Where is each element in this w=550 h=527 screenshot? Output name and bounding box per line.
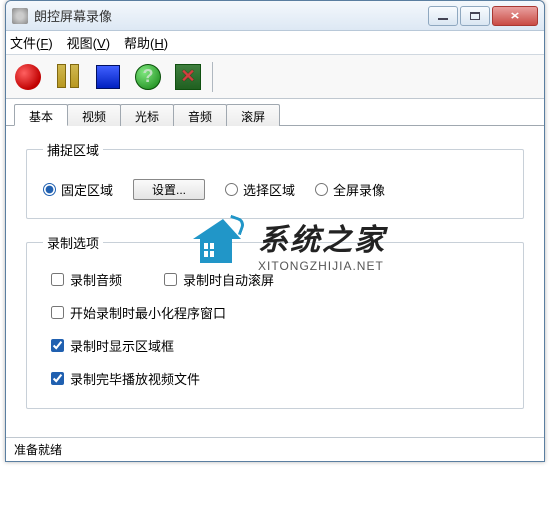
menubar: 文件(F) 视图(V) 帮助(H) xyxy=(6,31,544,55)
menu-view[interactable]: 视图(V) xyxy=(67,33,110,52)
exit-icon: ✕ xyxy=(175,64,201,90)
check-play-when-done[interactable]: 录制完毕播放视频文件 xyxy=(51,369,499,388)
check-auto-scroll[interactable]: 录制时自动滚屏 xyxy=(164,270,274,289)
exit-button[interactable]: ✕ xyxy=(170,59,206,95)
app-window: 朗控屏幕录像 ✕ 文件(F) 视图(V) 帮助(H) ? ✕ 基本 视频 光标 … xyxy=(5,0,545,462)
settings-button[interactable]: 设置... xyxy=(133,179,205,200)
toolbar-separator xyxy=(212,62,213,92)
window-controls: ✕ xyxy=(428,6,538,26)
tab-basic[interactable]: 基本 xyxy=(14,104,68,126)
radio-select-region[interactable]: 选择区域 xyxy=(225,180,295,199)
minimize-button[interactable] xyxy=(428,6,458,26)
check-show-region-input[interactable] xyxy=(51,339,64,352)
check-minimize-on-start-input[interactable] xyxy=(51,306,64,319)
radio-fullscreen-input[interactable] xyxy=(315,183,328,196)
status-text: 准备就绪 xyxy=(14,441,62,458)
titlebar[interactable]: 朗控屏幕录像 ✕ xyxy=(6,1,544,31)
tab-content: 捕捉区域 固定区域 设置... 选择区域 全屏录像 录制选项 xyxy=(6,126,544,437)
radio-fixed-region-input[interactable] xyxy=(43,183,56,196)
close-button[interactable]: ✕ xyxy=(492,6,538,26)
help-button[interactable]: ? xyxy=(130,59,166,95)
app-icon xyxy=(12,8,28,24)
capture-region-group: 捕捉区域 固定区域 设置... 选择区域 全屏录像 xyxy=(26,140,524,219)
check-minimize-on-start[interactable]: 开始录制时最小化程序窗口 xyxy=(51,303,499,322)
radio-fullscreen[interactable]: 全屏录像 xyxy=(315,180,385,199)
radio-select-region-input[interactable] xyxy=(225,183,238,196)
record-icon xyxy=(15,64,41,90)
tab-audio[interactable]: 音频 xyxy=(173,104,227,126)
statusbar: 准备就绪 xyxy=(6,437,544,461)
record-options-group: 录制选项 录制音频 录制时自动滚屏 开始录制时最小化程序窗口 xyxy=(26,233,524,409)
pause-icon xyxy=(55,64,81,90)
check-auto-scroll-input[interactable] xyxy=(164,273,177,286)
menu-file[interactable]: 文件(F) xyxy=(10,33,53,52)
help-icon: ? xyxy=(135,64,161,90)
tab-scroll[interactable]: 滚屏 xyxy=(226,104,280,126)
menu-help[interactable]: 帮助(H) xyxy=(124,33,168,52)
pause-button[interactable] xyxy=(50,59,86,95)
check-show-region[interactable]: 录制时显示区域框 xyxy=(51,336,499,355)
tab-strip: 基本 视频 光标 音频 滚屏 xyxy=(6,99,544,126)
options-legend: 录制选项 xyxy=(43,233,103,252)
capture-legend: 捕捉区域 xyxy=(43,140,103,159)
tab-cursor[interactable]: 光标 xyxy=(120,104,174,126)
check-play-when-done-input[interactable] xyxy=(51,372,64,385)
maximize-button[interactable] xyxy=(460,6,490,26)
window-title: 朗控屏幕录像 xyxy=(34,6,428,25)
check-record-audio-input[interactable] xyxy=(51,273,64,286)
check-record-audio[interactable]: 录制音频 xyxy=(51,270,122,289)
stop-icon xyxy=(96,65,120,89)
radio-fixed-region[interactable]: 固定区域 xyxy=(43,180,113,199)
record-button[interactable] xyxy=(10,59,46,95)
toolbar: ? ✕ xyxy=(6,55,544,99)
stop-button[interactable] xyxy=(90,59,126,95)
tab-video[interactable]: 视频 xyxy=(67,104,121,126)
